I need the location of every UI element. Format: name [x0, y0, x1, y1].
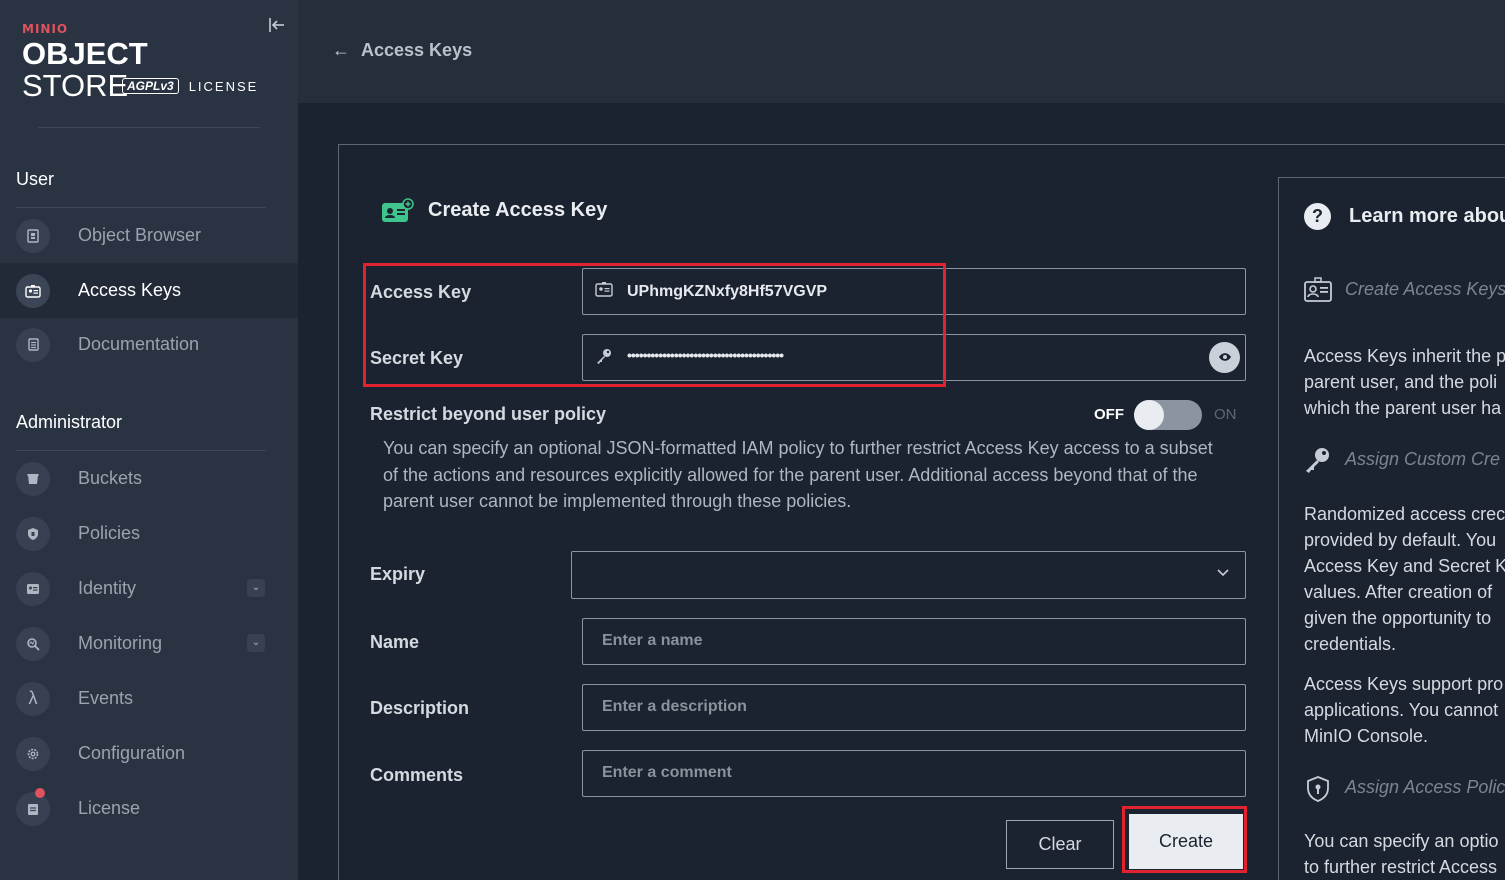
- logo-license-line: AGPLv3 LICENSE: [122, 78, 258, 94]
- collapse-sidebar-icon[interactable]: [268, 16, 286, 34]
- highlight-box-create: [1122, 806, 1247, 873]
- restrict-policy-description: You can specify an optional JSON-formatt…: [383, 438, 1213, 511]
- access-keys-icon: [16, 273, 50, 308]
- form-title: Create Access Key: [428, 199, 608, 221]
- sidebar-item-configuration[interactable]: Configuration: [0, 726, 298, 781]
- object-browser-icon: [16, 218, 50, 253]
- license-icon: [16, 791, 50, 826]
- lambda-icon: λ: [16, 681, 50, 716]
- sidebar-item-documentation[interactable]: Documentation: [0, 317, 298, 372]
- comments-input[interactable]: Enter a comment: [582, 750, 1246, 797]
- sidebar-item-label: Documentation: [78, 334, 200, 354]
- sidebar-item-label: Access Keys: [78, 280, 182, 300]
- show-password-eye-icon[interactable]: [1209, 342, 1240, 373]
- help-paragraph: Access Keys support pro applications. You…: [1304, 674, 1504, 746]
- name-input[interactable]: Enter a name: [582, 618, 1246, 665]
- expiry-select[interactable]: [571, 551, 1246, 599]
- name-placeholder: Enter a name: [602, 632, 703, 649]
- gear-icon: [16, 736, 50, 771]
- expiry-label: Expiry: [370, 564, 426, 584]
- chevron-down-icon: [1215, 564, 1231, 580]
- name-label: Name: [370, 632, 420, 652]
- sidebar-item-label: License: [78, 798, 141, 818]
- toggle-on-label: ON: [1214, 406, 1237, 423]
- sidebar-item-buckets[interactable]: Buckets: [0, 451, 298, 506]
- restrict-policy-toggle[interactable]: [1134, 400, 1202, 430]
- sidebar-item-label: Object Browser: [78, 225, 202, 245]
- page-header: [298, 0, 1505, 103]
- sidebar-item-label: Events: [78, 688, 134, 708]
- restrict-policy-label: Restrict beyond user policy: [370, 404, 607, 424]
- access-key-icon: [381, 198, 415, 224]
- sidebar-item-object-browser[interactable]: Object Browser: [0, 208, 298, 263]
- help-subtitle[interactable]: Assign Custom Cre: [1345, 449, 1500, 470]
- policy-icon: [16, 516, 50, 551]
- shield-icon: [1304, 775, 1332, 803]
- help-paragraph: Randomized access crec provided by defaul…: [1304, 504, 1505, 654]
- toggle-knob: [1134, 400, 1164, 430]
- back-arrow-icon[interactable]: ←: [332, 40, 350, 61]
- toggle-off-label: OFF: [1094, 406, 1124, 423]
- id-card-icon: [1304, 277, 1332, 305]
- sidebar-item-access-keys[interactable]: Access Keys: [0, 263, 298, 318]
- comments-label: Comments: [370, 765, 464, 785]
- monitoring-icon: [16, 626, 50, 661]
- logo-product-bold: OBJECT: [22, 36, 148, 71]
- notification-badge: [35, 788, 45, 798]
- help-subtitle[interactable]: Assign Access Polic: [1345, 777, 1505, 798]
- chevron-down-icon[interactable]: ⌄: [247, 579, 265, 597]
- sidebar-item-license[interactable]: License: [0, 781, 298, 836]
- divider: [38, 127, 260, 128]
- chevron-down-icon[interactable]: ⌄: [247, 634, 265, 652]
- highlight-box-keys: [363, 263, 946, 387]
- sidebar-item-monitoring[interactable]: Monitoring ⌄: [0, 616, 298, 671]
- description-label: Description: [370, 698, 470, 718]
- identity-icon: [16, 571, 50, 606]
- description-input[interactable]: Enter a description: [582, 684, 1246, 731]
- sidebar-item-label: Identity: [78, 578, 137, 598]
- bucket-icon: [16, 461, 50, 496]
- key-icon: [1304, 446, 1332, 474]
- sidebar-item-policies[interactable]: Policies: [0, 506, 298, 561]
- logo-brand: MINIO: [22, 22, 69, 36]
- help-paragraph: Access Keys inherit the p parent user, an…: [1304, 346, 1505, 418]
- logo-license-word: LICENSE: [188, 78, 259, 94]
- help-title: Learn more about: [1349, 205, 1505, 227]
- minio-logo: MINIO OBJECT STORE AGPLv3 LICENSE: [22, 22, 262, 102]
- sidebar-item-label: Monitoring: [78, 633, 163, 653]
- clear-button[interactable]: Clear: [1006, 820, 1114, 869]
- logo-product-thin: STORE: [22, 68, 129, 103]
- page-title: Access Keys: [361, 40, 473, 60]
- description-placeholder: Enter a description: [602, 698, 747, 715]
- section-title-user: User: [16, 169, 55, 189]
- sidebar-item-identity[interactable]: Identity ⌄: [0, 561, 298, 616]
- sidebar-item-label: Policies: [78, 523, 141, 543]
- sidebar-item-label: Configuration: [78, 743, 186, 763]
- section-title-administrator: Administrator: [16, 412, 123, 432]
- question-icon: ?: [1304, 203, 1331, 230]
- help-subtitle[interactable]: Create Access Keys: [1345, 279, 1505, 300]
- documentation-icon: [16, 327, 50, 362]
- sidebar-item-events[interactable]: λ Events: [0, 671, 298, 726]
- sidebar: MINIO OBJECT STORE AGPLv3 LICENSE User O…: [0, 0, 298, 880]
- sidebar-item-label: Buckets: [78, 468, 143, 488]
- agpl-logo: AGPLv3: [122, 78, 179, 94]
- comments-placeholder: Enter a comment: [602, 764, 732, 781]
- help-paragraph: You can specify an optio to further restr…: [1304, 831, 1499, 877]
